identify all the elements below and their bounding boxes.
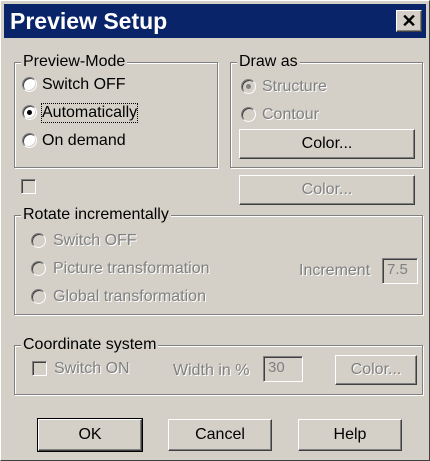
help-button[interactable]: Help: [298, 419, 402, 451]
coordinate-color-button[interactable]: Color...: [335, 355, 417, 385]
rotate-picture-transformation-radio[interactable]: [31, 261, 46, 276]
title-bar[interactable]: Preview Setup ✕: [4, 4, 426, 38]
rotate-switch-off-label[interactable]: Switch OFF: [53, 232, 137, 250]
draw-as-color-button[interactable]: Color...: [239, 129, 415, 159]
draw-as-structure-radio[interactable]: [241, 79, 256, 94]
ok-button[interactable]: OK: [37, 418, 143, 452]
rotate-incrementally-label: Rotate incrementally: [21, 206, 171, 224]
preview-mode-switch-off-label[interactable]: Switch OFF: [42, 76, 126, 94]
draw-as-contour-radio[interactable]: [241, 107, 256, 122]
width-percent-label: Width in %: [173, 362, 250, 379]
preview-mode-switch-off-radio[interactable]: [22, 77, 37, 92]
preview-mode-on-demand-radio[interactable]: [22, 133, 37, 148]
preview-mode-label: Preview-Mode: [21, 53, 128, 71]
radio-selected-dot: [246, 84, 251, 89]
rotate-picture-transformation-label[interactable]: Picture transformation: [53, 260, 210, 278]
radio-selected-dot: [27, 110, 32, 115]
coordinate-system-label: Coordinate system: [21, 336, 159, 354]
standalone-checkbox[interactable]: [21, 179, 36, 194]
preview-mode-automatically-radio[interactable]: [22, 105, 37, 120]
rotate-switch-off-radio[interactable]: [31, 233, 46, 248]
preview-mode-automatically-label[interactable]: Automatically: [40, 103, 139, 123]
preview-mode-on-demand-label[interactable]: On demand: [42, 132, 126, 150]
standalone-color-button[interactable]: Color...: [239, 175, 415, 205]
coordinate-switch-on-checkbox[interactable]: [32, 361, 47, 376]
preview-setup-dialog: Preview Setup ✕ Preview-Mode Switch OFF …: [0, 0, 430, 461]
draw-as-label: Draw as: [237, 53, 300, 71]
cancel-button[interactable]: Cancel: [168, 419, 272, 451]
close-button[interactable]: ✕: [396, 10, 422, 32]
close-icon: ✕: [401, 11, 417, 31]
increment-input[interactable]: 7.5: [382, 258, 418, 284]
width-percent-input[interactable]: 30: [263, 356, 303, 382]
window-title: Preview Setup: [10, 8, 168, 34]
draw-as-contour-label[interactable]: Contour: [262, 106, 319, 124]
draw-as-structure-label[interactable]: Structure: [262, 78, 327, 96]
rotate-global-transformation-radio[interactable]: [31, 289, 46, 304]
rotate-global-transformation-label[interactable]: Global transformation: [53, 288, 206, 306]
increment-label: Increment: [299, 262, 371, 279]
coordinate-switch-on-label[interactable]: Switch ON: [54, 360, 130, 378]
